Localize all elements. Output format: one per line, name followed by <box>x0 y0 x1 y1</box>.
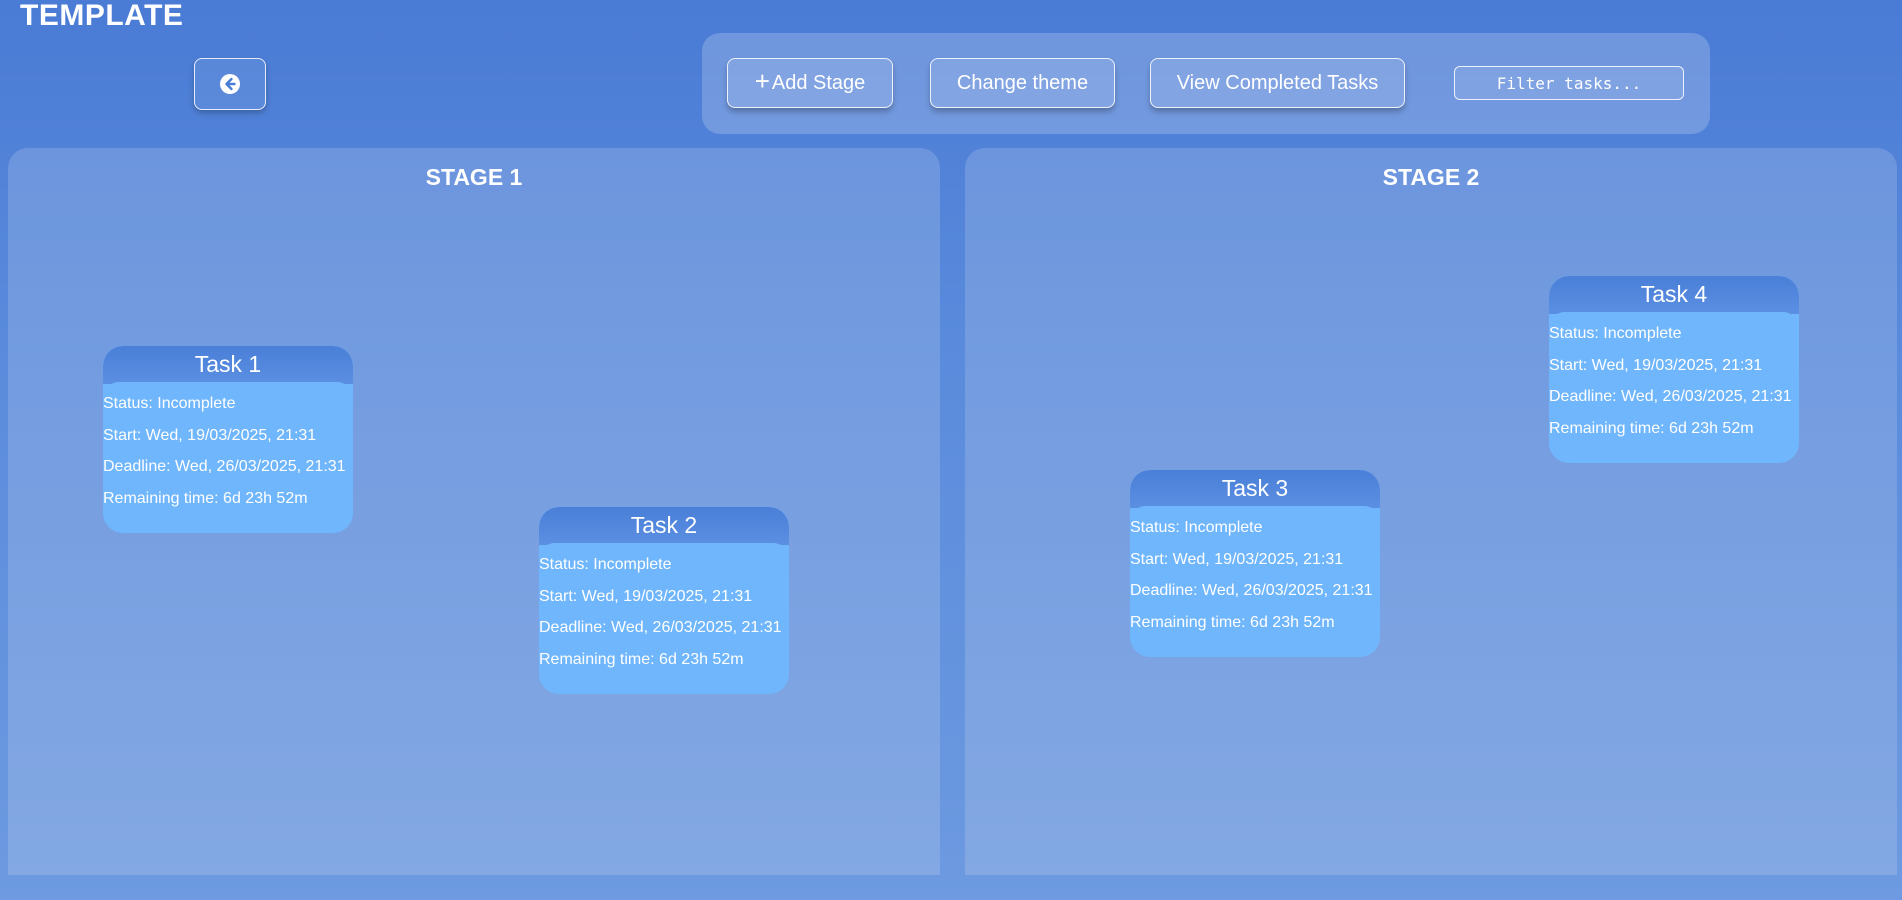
stage-title: STAGE 2 <box>1382 164 1480 190</box>
task-title: Task 4 <box>1549 276 1799 314</box>
task-start: Start: Wed, 19/03/2025, 21:31 <box>539 587 753 605</box>
back-button[interactable] <box>194 58 266 110</box>
task-title: Task 3 <box>1130 470 1380 508</box>
task-start: Start: Wed, 19/03/2025, 21:31 <box>103 426 317 444</box>
filter-tasks-input[interactable] <box>1454 66 1684 100</box>
task-deadline: Deadline: Wed, 26/03/2025, 21:31 <box>1130 582 1373 599</box>
task-status: Status: Incomplete <box>103 395 236 412</box>
stage-column-1: STAGE 1 Task 1 Status: Incomplete Start:… <box>8 148 940 875</box>
task-details: Status: Incomplete Start: Wed, 19/03/202… <box>1130 506 1380 657</box>
task-start: Start: Wed, 19/03/2025, 21:31 <box>1130 550 1344 568</box>
arrow-left-circle-icon <box>220 74 240 94</box>
app-title: TEMPLATE <box>20 0 184 32</box>
view-completed-tasks-button[interactable]: View Completed Tasks <box>1150 58 1405 108</box>
task-card-3[interactable]: Task 3 Status: Incomplete Start: Wed, 19… <box>1130 470 1380 657</box>
task-title: Task 2 <box>539 507 789 545</box>
toolbar: + Add Stage Change theme View Completed … <box>702 33 1710 134</box>
task-card-1[interactable]: Task 1 Status: Incomplete Start: Wed, 19… <box>103 346 353 533</box>
task-deadline: Deadline: Wed, 26/03/2025, 21:31 <box>539 619 782 636</box>
plus-icon: + <box>754 66 770 96</box>
task-remaining-time: Remaining time: 6d 23h 52m <box>1549 419 1754 437</box>
task-details: Status: Incomplete Start: Wed, 19/03/202… <box>1549 312 1799 463</box>
task-card-4[interactable]: Task 4 Status: Incomplete Start: Wed, 19… <box>1549 276 1799 463</box>
task-remaining-time: Remaining time: 6d 23h 52m <box>539 650 744 668</box>
stage-column-2: STAGE 2 Task 3 Status: Incomplete Start:… <box>965 148 1897 875</box>
change-theme-button[interactable]: Change theme <box>930 58 1115 108</box>
stage-title: STAGE 1 <box>425 164 523 190</box>
task-remaining-time: Remaining time: 6d 23h 52m <box>103 489 308 507</box>
add-stage-button[interactable]: + Add Stage <box>727 58 893 108</box>
task-status: Status: Incomplete <box>1549 325 1682 342</box>
task-card-2[interactable]: Task 2 Status: Incomplete Start: Wed, 19… <box>539 507 789 694</box>
task-start: Start: Wed, 19/03/2025, 21:31 <box>1549 356 1763 374</box>
task-details: Status: Incomplete Start: Wed, 19/03/202… <box>539 543 789 694</box>
add-stage-label: Add Stage <box>771 71 866 94</box>
task-remaining-time: Remaining time: 6d 23h 52m <box>1130 613 1335 631</box>
task-deadline: Deadline: Wed, 26/03/2025, 21:31 <box>1549 388 1792 405</box>
task-status: Status: Incomplete <box>1130 519 1263 536</box>
task-details: Status: Incomplete Start: Wed, 19/03/202… <box>103 382 353 533</box>
task-deadline: Deadline: Wed, 26/03/2025, 21:31 <box>103 458 346 475</box>
task-title: Task 1 <box>103 346 353 384</box>
task-status: Status: Incomplete <box>539 556 672 573</box>
